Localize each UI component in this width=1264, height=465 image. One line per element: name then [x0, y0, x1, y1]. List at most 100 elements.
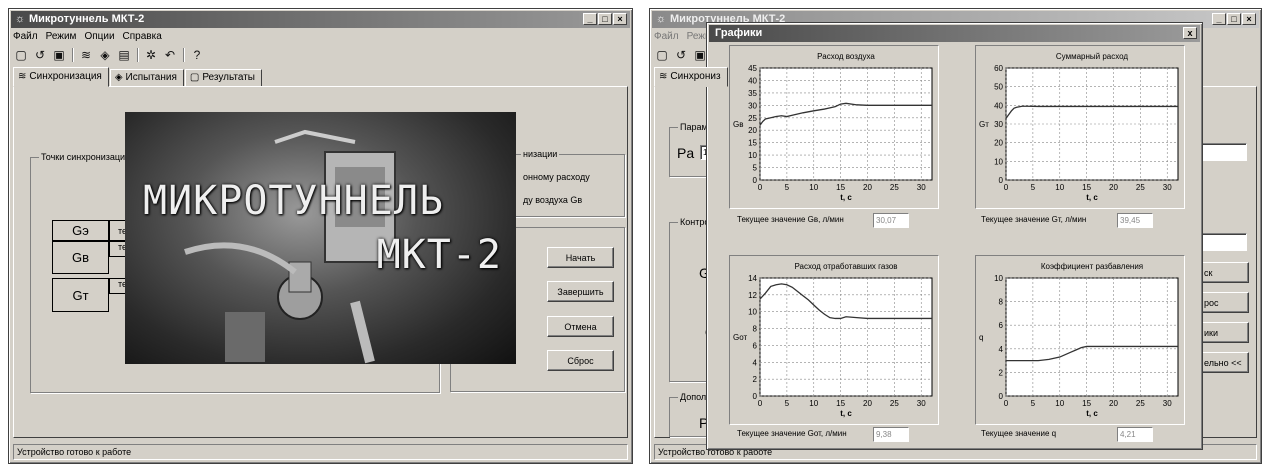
y-tick-label: 35	[748, 89, 757, 98]
y-tick-label: 0	[999, 392, 1004, 401]
settings-icon[interactable]: ✲	[143, 47, 159, 63]
toolbar-separator	[183, 48, 184, 62]
new-file-icon[interactable]: ▢	[13, 47, 29, 63]
readout-field-exhaust[interactable]: 9,38	[873, 427, 909, 442]
x-tick-label: 20	[1109, 183, 1118, 192]
title-bar[interactable]: ☼ Микротуннель МКТ-2 _ □ ×	[11, 11, 630, 28]
tab-results[interactable]: ▢ Результаты	[184, 69, 262, 87]
x-axis-label: t, с	[840, 409, 852, 418]
reset-button[interactable]: Сброс	[547, 350, 614, 371]
start-button-partial[interactable]: ск	[1201, 262, 1249, 283]
reset-button-partial[interactable]: рос	[1201, 292, 1249, 313]
dialog-title-bar[interactable]: Графики x	[709, 25, 1200, 42]
y-tick-label: 0	[753, 392, 758, 401]
y-tick-label: 10	[748, 151, 757, 160]
readout-label-total: Текущее значение Gт, л/мин	[981, 215, 1087, 224]
x-tick-label: 10	[809, 183, 818, 192]
menu-mode[interactable]: Режим	[46, 30, 77, 44]
more-button-partial[interactable]: ельно <<	[1201, 352, 1249, 373]
y-tick-label: 10	[994, 157, 1003, 166]
x-tick-label: 0	[1004, 399, 1009, 408]
sync-icon[interactable]: ≋	[78, 47, 94, 63]
y-tick-label: 20	[994, 139, 1003, 148]
y-tick-label: 0	[999, 176, 1004, 185]
y-tick-label: 14	[748, 274, 757, 283]
y-tick-label: 10	[994, 274, 1003, 283]
x-tick-label: 20	[1109, 399, 1118, 408]
cancel-button[interactable]: Отмена	[547, 316, 614, 337]
dialog-close-button[interactable]: x	[1183, 27, 1197, 39]
maximize-button[interactable]: □	[1227, 13, 1241, 25]
readout-field-dilution[interactable]: 4,21	[1117, 427, 1153, 442]
minimize-button[interactable]: _	[1212, 13, 1226, 25]
tab-sync[interactable]: ≋ Синхрониз	[654, 67, 728, 87]
y-axis-label: Gт	[979, 120, 989, 129]
dialog-title: Графики	[715, 27, 763, 39]
x-tick-label: 0	[1004, 183, 1009, 192]
tab-sync-label: Синхронизация	[29, 71, 102, 82]
graphs-dialog: Графики x Расход воздуха 0 5 10 15 20 25 30 0 5 10…	[706, 22, 1203, 450]
menu-options[interactable]: Опции	[84, 30, 114, 44]
menu-bar: Файл Режим Опции Справка	[13, 30, 162, 44]
y-tick-label: 30	[994, 120, 1003, 129]
menu-file[interactable]: Файл	[654, 30, 679, 44]
readout-field-total[interactable]: 39,45	[1117, 213, 1153, 228]
tab-tests[interactable]: ◈ Испытания	[109, 69, 184, 87]
close-button[interactable]: ×	[613, 13, 627, 25]
y-tick-label: 30	[748, 101, 757, 110]
open-icon[interactable]: ↺	[32, 47, 48, 63]
radio-label-flow[interactable]: онному расходу	[523, 172, 590, 182]
start-button[interactable]: Начать	[547, 247, 614, 268]
results-icon[interactable]: ▤	[116, 47, 132, 63]
readout-field-air[interactable]: 30,07	[873, 213, 909, 228]
x-tick-label: 30	[1163, 399, 1172, 408]
chart-title: Коэффициент разбавления	[1041, 262, 1143, 271]
close-button[interactable]: ×	[1242, 13, 1256, 25]
window-title: Микротуннель МКТ-2	[29, 13, 145, 25]
y-tick-label: 12	[748, 291, 757, 300]
minimize-button[interactable]: _	[583, 13, 597, 25]
app-icon: ☼	[655, 13, 667, 25]
row-label-gb: Gв	[52, 241, 109, 274]
x-tick-label: 25	[890, 183, 899, 192]
test-icon[interactable]: ◈	[97, 47, 113, 63]
charts-button-partial[interactable]: ики	[1201, 322, 1249, 343]
radio-label-air[interactable]: ду воздуха Gв	[523, 195, 582, 205]
right-input-2[interactable]	[1199, 233, 1247, 251]
y-tick-label: 10	[748, 308, 757, 317]
toolbar-separator	[137, 48, 138, 62]
results-icon: ▢	[189, 72, 200, 83]
new-file-icon[interactable]: ▢	[654, 47, 670, 63]
tab-sync[interactable]: ≋ Синхронизация	[13, 67, 109, 87]
x-tick-label: 25	[1136, 183, 1145, 192]
chart-panel-air: Расход воздуха 0 5 10 15 20 25 30 0 5 10 15 20 25 30 35…	[729, 45, 939, 209]
pa-label: Pа	[677, 145, 695, 161]
group-label: Точки синхронизации	[39, 151, 133, 163]
tab-strip: ≋ Синхрониз	[654, 67, 729, 87]
open-icon[interactable]: ↺	[673, 47, 689, 63]
right-input-1[interactable]	[1199, 143, 1247, 161]
maximize-button[interactable]: □	[598, 13, 612, 25]
readout-label-dilution: Текущее значение q	[981, 429, 1057, 438]
y-tick-label: 4	[999, 345, 1004, 354]
menu-help[interactable]: Справка	[123, 30, 162, 44]
menu-file[interactable]: Файл	[13, 30, 38, 44]
x-tick-label: 10	[1055, 183, 1064, 192]
plot-area	[759, 277, 933, 397]
save-icon[interactable]: ▣	[51, 47, 67, 63]
x-tick-label: 10	[1055, 399, 1064, 408]
x-tick-label: 20	[863, 183, 872, 192]
finish-button[interactable]: Завершить	[547, 281, 614, 302]
x-tick-label: 15	[836, 399, 845, 408]
y-tick-label: 45	[748, 64, 757, 73]
y-tick-label: 2	[753, 375, 758, 384]
chart-panel-total: Суммарный расход 0 5 10 15 20 25 30 0 10 20 30 40 50 6…	[975, 45, 1185, 209]
x-tick-label: 30	[917, 183, 926, 192]
undo-icon[interactable]: ↶	[162, 47, 178, 63]
y-tick-label: 20	[748, 126, 757, 135]
toolbar-separator	[72, 48, 73, 62]
x-tick-label: 20	[863, 399, 872, 408]
chart-total-flow: Суммарный расход 0 5 10 15 20 25 30 0 10 20 30 40 50 6…	[979, 52, 1179, 202]
tab-strip: ≋ Синхронизация ◈ Испытания ▢ Результаты	[13, 67, 263, 87]
help-icon[interactable]: ?	[189, 47, 205, 63]
